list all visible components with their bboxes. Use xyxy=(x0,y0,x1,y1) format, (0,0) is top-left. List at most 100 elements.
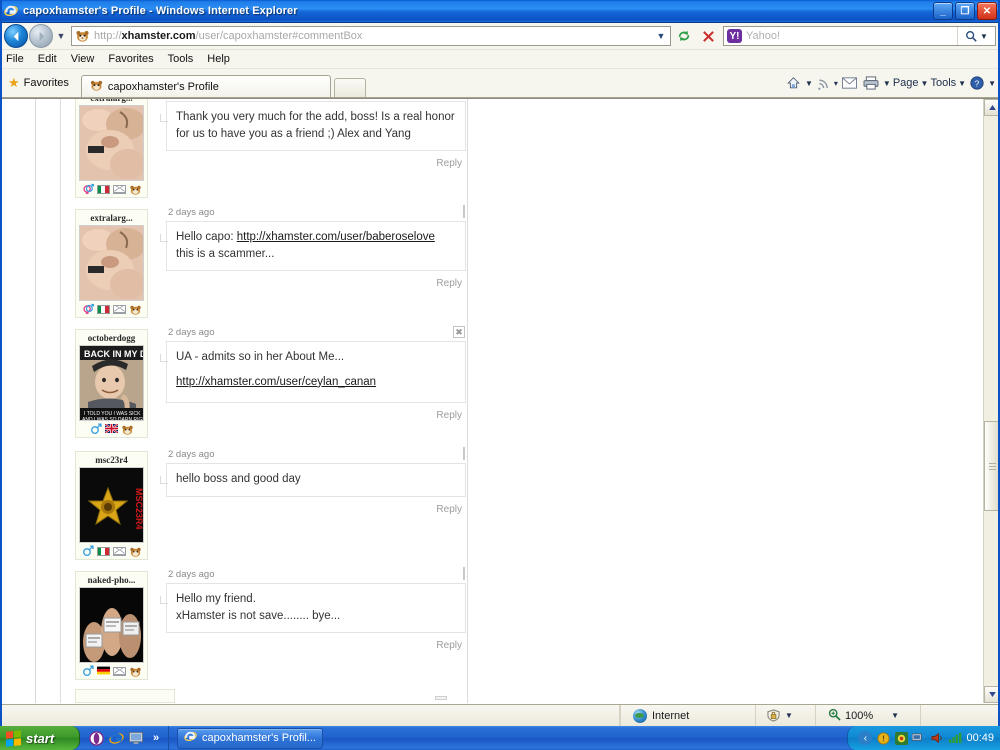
desktop-icon[interactable] xyxy=(128,730,144,746)
avatar[interactable]: BACK IN MY DAY I TOLD YOU I WAS SICK xyxy=(79,345,144,421)
home-dropdown-icon[interactable]: ▼ xyxy=(805,79,813,88)
comment-body: 2 days ago Thank you very much for the a… xyxy=(160,99,466,169)
help-icon[interactable]: ? xyxy=(968,73,986,93)
tray-expand-icon[interactable]: ‹ xyxy=(858,731,873,745)
zoom-dropdown-icon[interactable]: ▼ xyxy=(891,711,899,720)
reply-link[interactable]: Reply xyxy=(166,151,466,169)
menu-item-tools[interactable]: Tools xyxy=(168,53,194,65)
home-icon[interactable] xyxy=(784,73,803,93)
user-badges xyxy=(76,421,147,436)
clock[interactable]: 00:49 xyxy=(966,732,994,744)
maximize-button[interactable]: ❐ xyxy=(955,2,975,20)
command-bar: ▼ ▾ ▼ Page ▼ Tools ▼ ? ▼ xyxy=(784,73,996,93)
avatar[interactable] xyxy=(79,225,144,301)
search-box[interactable]: Y! Yahoo! ▼ xyxy=(723,26,996,46)
feeds-icon[interactable] xyxy=(815,73,832,93)
flag-italy-icon xyxy=(96,546,110,556)
svg-text:BACK IN MY DAY: BACK IN MY DAY xyxy=(84,349,144,359)
reply-link[interactable]: Reply xyxy=(166,403,466,421)
comment-link[interactable]: http://xhamster.com/user/ceylan_canan xyxy=(176,376,376,388)
page-dropdown-icon[interactable]: ▼ xyxy=(921,79,929,88)
scrollbar-thumb[interactable] xyxy=(984,421,1000,511)
user-card[interactable]: naked-pho... xyxy=(75,571,148,680)
network-icon[interactable] xyxy=(912,731,927,745)
reply-link[interactable]: Reply xyxy=(166,497,466,515)
opera-icon[interactable] xyxy=(88,730,104,746)
back-button[interactable] xyxy=(4,24,28,48)
tools-menu-button[interactable]: Tools xyxy=(930,77,956,89)
history-dropdown-icon[interactable]: ▼ xyxy=(54,31,68,41)
zoom-control[interactable]: 100% ▼ xyxy=(816,704,921,727)
address-dropdown-icon[interactable]: ▼ xyxy=(653,28,669,44)
scroll-down-button[interactable] xyxy=(984,686,1000,703)
minimize-button[interactable]: _ xyxy=(933,2,953,20)
broken-image-icon[interactable]: ✖ xyxy=(453,326,465,338)
user-card[interactable]: msc23r4 MSC23R4 xyxy=(75,451,148,560)
tools-dropdown-icon[interactable]: ▼ xyxy=(958,79,966,88)
window-title: capoxhamster's Profile - Windows Interne… xyxy=(23,5,298,17)
hamster-favicon xyxy=(90,79,103,95)
tab-strip: capoxhamster's Profile xyxy=(80,75,366,97)
message-icon[interactable] xyxy=(112,666,126,676)
comment-username[interactable]: extralarg... xyxy=(76,212,147,225)
page-scrollbar[interactable] xyxy=(983,99,1000,703)
user-card[interactable]: octoberdogg BACK IN MY DAY xyxy=(75,329,148,438)
flag-uk-icon xyxy=(103,420,119,438)
user-card[interactable]: extralarg... xyxy=(75,99,148,198)
avatar[interactable] xyxy=(79,105,144,181)
message-icon[interactable] xyxy=(112,184,126,194)
mail-icon[interactable] xyxy=(840,73,859,93)
comment-text-part2: this is a scammer... xyxy=(176,247,275,260)
comment-link[interactable]: http://xhamster.com/user/baberoselove xyxy=(237,231,435,243)
search-dropdown-icon[interactable]: ▼ xyxy=(980,32,988,41)
signal-icon[interactable] xyxy=(948,731,962,745)
comment-username[interactable]: msc23r4 xyxy=(76,454,147,467)
feeds-dropdown-icon[interactable]: ▾ xyxy=(834,79,838,88)
help-dropdown-icon[interactable]: ▼ xyxy=(988,79,996,88)
user-badges xyxy=(76,301,147,316)
close-button[interactable]: ✕ xyxy=(977,2,997,20)
page-menu-button[interactable]: Page xyxy=(893,77,919,89)
protected-mode-indicator[interactable]: ▼ xyxy=(756,704,816,727)
message-icon[interactable] xyxy=(112,546,126,556)
menu-item-file[interactable]: File xyxy=(6,53,24,65)
user-card[interactable]: extralarg... xyxy=(75,209,148,318)
print-dropdown-icon[interactable]: ▼ xyxy=(883,79,891,88)
stop-button[interactable] xyxy=(697,26,719,47)
avatar[interactable]: MSC23R4 xyxy=(79,467,144,543)
security-zone[interactable]: Internet xyxy=(621,704,756,727)
hamster-icon xyxy=(129,545,142,557)
print-icon[interactable] xyxy=(861,73,881,93)
menu-item-favorites[interactable]: Favorites xyxy=(108,53,153,65)
comment-username[interactable]: octoberdogg xyxy=(76,332,147,345)
image-placeholder-icon[interactable] xyxy=(463,447,465,460)
menu-item-edit[interactable]: Edit xyxy=(38,53,57,65)
refresh-button[interactable] xyxy=(673,26,695,47)
task-button-capoxhamster-profile[interactable]: capoxhamster's Profil... xyxy=(177,727,323,749)
protected-mode-dropdown-icon[interactable]: ▼ xyxy=(785,711,793,720)
antivirus-icon[interactable] xyxy=(894,731,908,745)
favorites-button[interactable]: ★ Favorites xyxy=(6,72,77,94)
ie-icon[interactable] xyxy=(108,730,124,746)
new-tab-button[interactable] xyxy=(333,78,366,97)
volume-icon[interactable] xyxy=(930,731,944,745)
menu-item-help[interactable]: Help xyxy=(207,53,230,65)
message-icon[interactable] xyxy=(112,304,126,314)
avatar[interactable] xyxy=(79,587,144,663)
address-bar[interactable]: http://xhamster.com/user/capoxhamster#co… xyxy=(71,26,671,46)
reply-link[interactable]: Reply xyxy=(166,633,466,651)
search-input[interactable]: Yahoo! xyxy=(746,30,780,42)
overflow-icon[interactable]: » xyxy=(148,730,164,746)
shield-icon[interactable]: ! xyxy=(876,731,890,745)
navigation-bar: ▼ http://xhamster.com/user/capoxhamster#… xyxy=(0,23,1000,50)
menu-item-view[interactable]: View xyxy=(71,53,95,65)
scroll-up-button[interactable] xyxy=(984,99,1000,116)
tab-capoxhamster-profile[interactable]: capoxhamster's Profile xyxy=(80,75,331,97)
search-go-button[interactable]: ▼ xyxy=(957,27,995,45)
reply-link[interactable]: Reply xyxy=(166,271,466,289)
comment-username[interactable]: naked-pho... xyxy=(76,574,147,587)
image-placeholder-icon[interactable] xyxy=(463,567,465,580)
image-placeholder-icon[interactable] xyxy=(463,205,465,218)
forward-button[interactable] xyxy=(29,24,53,48)
start-button[interactable]: start xyxy=(0,726,80,750)
